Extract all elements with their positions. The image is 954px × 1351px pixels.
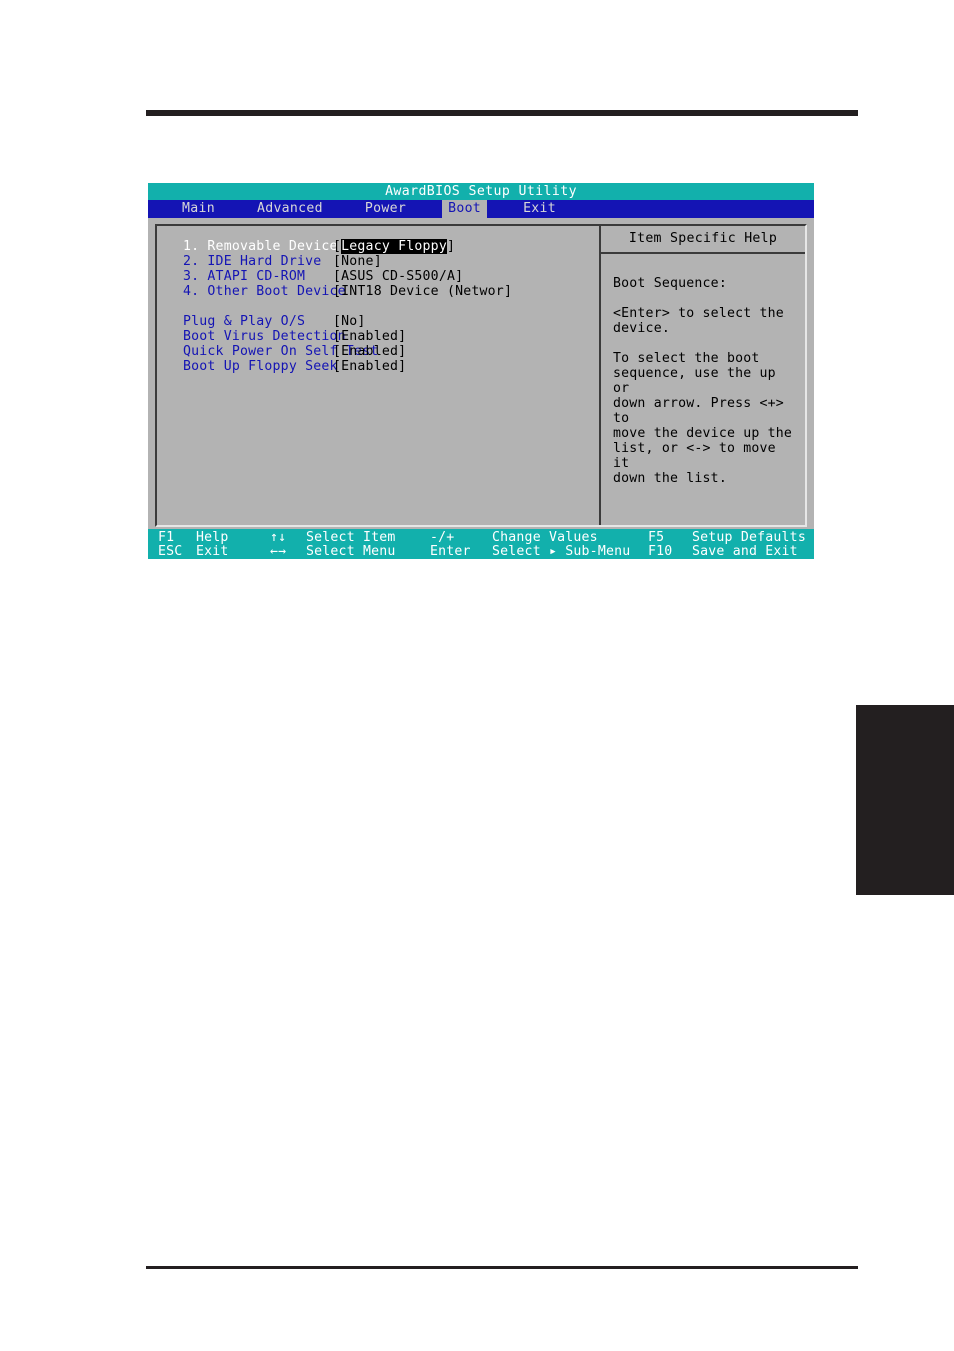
bracket-close: ] — [373, 254, 382, 269]
page-header-rule — [146, 110, 858, 116]
setting-value-text: Enabled — [341, 359, 399, 374]
setting-value-text: Enabled — [341, 344, 399, 359]
status-key-f10: F10 — [648, 543, 673, 559]
setting-value-text: Legacy Floppy — [341, 239, 447, 254]
bracket-open: [ — [333, 344, 342, 359]
setting-row-boot-up-floppy-seek[interactable]: Boot Up Floppy Seek [Enabled] — [183, 359, 599, 374]
bios-content-panel: 1. Removable Device [Legacy Floppy] 2. I… — [155, 224, 807, 527]
bracket-open: [ — [333, 269, 342, 284]
setting-row-other-boot-device[interactable]: 4. Other Boot Device [INT18 Device (Netw… — [183, 284, 599, 299]
status-key-minus-plus: -/+ — [430, 529, 455, 545]
bracket-close: ] — [455, 269, 464, 284]
status-key-f5: F5 — [648, 529, 665, 545]
bios-setup-screen: AwardBIOS Setup Utility Main Advanced Po… — [148, 183, 814, 559]
bios-title: AwardBIOS Setup Utility — [148, 183, 814, 200]
setting-value[interactable]: [Enabled] — [333, 329, 406, 344]
bracket-close: ] — [398, 329, 407, 344]
status-action-change-values: Change Values — [492, 529, 598, 545]
setting-value-text: No — [341, 314, 358, 329]
setting-value-text: INT18 Device (Networ — [341, 284, 504, 299]
setting-value-text: Enabled — [341, 329, 399, 344]
setting-row-boot-virus-detection[interactable]: Boot Virus Detection [Enabled] — [183, 329, 599, 344]
status-action-setup-defaults: Setup Defaults — [692, 529, 806, 545]
setting-value[interactable]: [Enabled] — [333, 359, 406, 374]
setting-label: 4. Other Boot Device — [183, 284, 346, 299]
status-action-help: Help — [196, 529, 229, 545]
bracket-open: [ — [333, 239, 342, 254]
tab-advanced[interactable]: Advanced — [251, 200, 329, 218]
tab-power[interactable]: Power — [359, 200, 412, 218]
setting-row-atapi-cd-rom[interactable]: 3. ATAPI CD-ROM [ASUS CD-S500/A] — [183, 269, 599, 284]
tab-main[interactable]: Main — [176, 200, 221, 218]
bracket-open: [ — [333, 359, 342, 374]
help-panel-body: Boot Sequence: <Enter> to select the dev… — [601, 254, 805, 486]
page-footer-rule — [146, 1266, 858, 1269]
setting-value-text: None — [341, 254, 374, 269]
status-key-enter: Enter — [430, 543, 471, 559]
bios-status-bar: F1 Help ↑↓ Select Item -/+ Change Values… — [148, 529, 814, 559]
settings-list: 1. Removable Device [Legacy Floppy] 2. I… — [157, 226, 599, 525]
bracket-close: ] — [398, 344, 407, 359]
setting-label: 2. IDE Hard Drive — [183, 254, 322, 269]
help-paragraph: Boot Sequence: — [613, 276, 727, 291]
status-action-select-sub-menu: Select ▸ Sub-Menu — [492, 543, 631, 559]
bracket-open: [ — [333, 329, 342, 344]
setting-label: Quick Power On Self Test — [183, 344, 379, 359]
tab-exit[interactable]: Exit — [517, 200, 562, 218]
bios-body: 1. Removable Device [Legacy Floppy] 2. I… — [148, 218, 814, 529]
bracket-close: ] — [446, 239, 456, 254]
setting-row-quick-power-on-self-test[interactable]: Quick Power On Self Test [Enabled] — [183, 344, 599, 359]
help-panel-title: Item Specific Help — [601, 226, 805, 254]
bracket-close: ] — [398, 359, 407, 374]
status-key-grid: F1 Help ↑↓ Select Item -/+ Change Values… — [158, 529, 814, 559]
setting-label: Boot Virus Detection — [183, 329, 346, 344]
setting-value[interactable]: [None] — [333, 254, 382, 269]
bracket-open: [ — [333, 254, 342, 269]
setting-value[interactable]: [Legacy Floppy] — [333, 239, 455, 254]
setting-label: 1. Removable Device — [183, 239, 338, 254]
status-action-save-and-exit: Save and Exit — [692, 543, 798, 559]
tab-boot[interactable]: Boot — [442, 200, 488, 218]
setting-value[interactable]: [Enabled] — [333, 344, 406, 359]
page-edge-tab-marker — [856, 705, 954, 895]
status-key-f1: F1 — [158, 529, 175, 545]
bracket-close: ] — [357, 314, 366, 329]
bracket-close: ] — [503, 284, 513, 299]
bios-menu-bar: Main Advanced Power Boot Exit — [148, 200, 814, 218]
setting-row-ide-hard-drive[interactable]: 2. IDE Hard Drive [None] — [183, 254, 599, 269]
setting-row-removable-device[interactable]: 1. Removable Device [Legacy Floppy] — [183, 239, 599, 254]
setting-row-plug-and-play-os[interactable]: Plug & Play O/S [No] — [183, 314, 599, 329]
help-paragraph: <Enter> to select the device. — [613, 306, 784, 336]
status-key-esc: ESC — [158, 543, 183, 559]
up-down-arrow-icon: ↑↓ — [270, 529, 287, 545]
bracket-open: [ — [333, 314, 342, 329]
setting-label: 3. ATAPI CD-ROM — [183, 269, 306, 284]
bracket-open: [ — [333, 284, 342, 299]
status-action-select-menu: Select Menu — [306, 543, 396, 559]
setting-value[interactable]: [No] — [333, 314, 366, 329]
help-paragraph: To select the boot sequence, use the up … — [613, 351, 793, 486]
item-specific-help-panel: Item Specific Help Boot Sequence: <Enter… — [601, 226, 805, 525]
left-right-arrow-icon: ←→ — [270, 543, 287, 559]
setting-value[interactable]: [ASUS CD-S500/A] — [333, 269, 463, 284]
setting-label: Boot Up Floppy Seek — [183, 359, 338, 374]
status-action-exit: Exit — [196, 543, 229, 559]
setting-value-text: ASUS CD-S500/A — [341, 269, 456, 284]
setting-value[interactable]: [INT18 Device (Networ] — [333, 284, 512, 299]
status-action-select-item: Select Item — [306, 529, 396, 545]
setting-label: Plug & Play O/S — [183, 314, 306, 329]
